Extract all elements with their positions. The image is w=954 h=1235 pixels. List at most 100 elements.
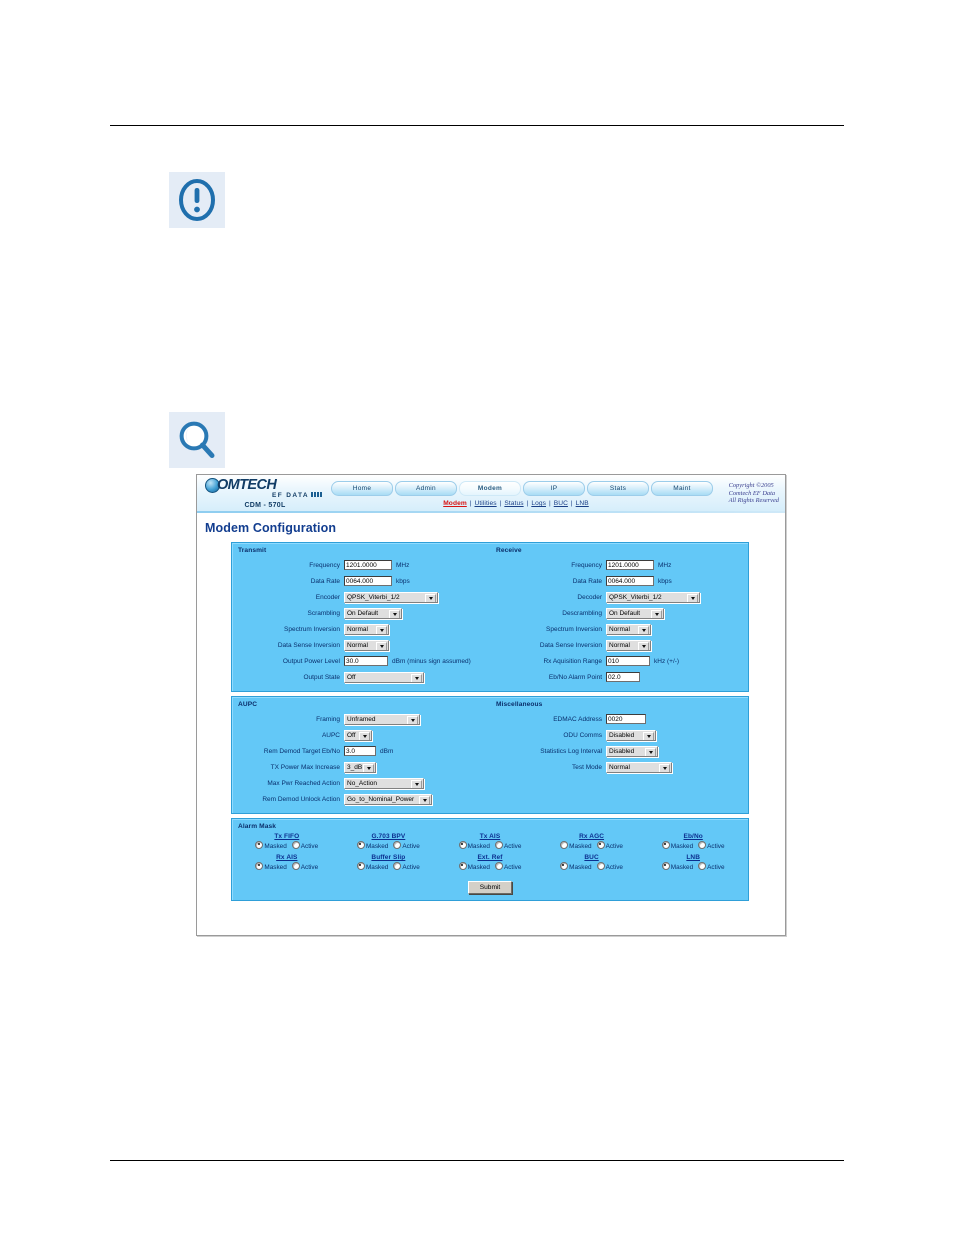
misc-stats-log-interval-select[interactable]: Disabled (606, 745, 658, 757)
radio-active[interactable] (393, 841, 402, 849)
tx-encoder-select[interactable]: QPSK_Viterbi_1/2 (344, 591, 438, 603)
tx-data-sense-inversion-select[interactable]: Normal (344, 639, 389, 651)
chevron-down-icon (638, 625, 649, 634)
tx-data-rate-input[interactable] (344, 576, 392, 586)
alarm-buc-label: BUC (584, 854, 599, 861)
radio-masked[interactable] (255, 862, 264, 870)
subnav-item-modem[interactable]: Modem (443, 500, 467, 507)
rx-decoder-select[interactable]: QPSK_Viterbi_1/2 (606, 591, 700, 603)
sub-nav: Modem | Utilities | Status | Logs | BUC … (331, 500, 701, 507)
alarm-option-masked-label: Masked (365, 864, 389, 871)
tab-home[interactable]: Home (331, 481, 393, 496)
tx-output-state-label: Output State (303, 673, 341, 681)
aupc-framing-select[interactable]: Unframed (344, 713, 420, 725)
chevron-down-icon (651, 609, 662, 618)
radio-active[interactable] (494, 841, 503, 849)
rx-descrambling-select[interactable]: On Default (606, 607, 664, 619)
radio-masked[interactable] (356, 841, 365, 849)
alarm-rx-ais: Rx AIS Masked Active (236, 854, 338, 871)
rx-ebno-alarm-point-label: Eb/No Alarm Point (548, 673, 602, 681)
rx-acquisition-range-row: Rx Aquisition Range kHz (+/-) (494, 653, 744, 669)
rx-acquisition-range-label: Rx Aquisition Range (543, 657, 602, 665)
tx-output-state-select[interactable]: Off (344, 671, 424, 683)
submit-button[interactable]: Submit (467, 881, 513, 894)
subnav-item-lnb[interactable]: LNB (576, 500, 589, 507)
subnav-item-utilities[interactable]: Utilities (474, 500, 496, 507)
rx-frequency-row: Frequency MHz (494, 557, 744, 573)
chevron-down-icon (359, 731, 370, 740)
tab-stats[interactable]: Stats (587, 481, 649, 496)
misc-odu-comms-select[interactable]: Disabled (606, 729, 656, 741)
receive-section: Receive Frequency MHz Data Rate kbps Dec… (490, 543, 748, 691)
rx-data-sense-inversion-select[interactable]: Normal (606, 639, 651, 651)
tx-spectrum-inversion-select[interactable]: Normal (344, 623, 389, 635)
rx-data-rate-input[interactable] (606, 576, 654, 586)
aupc-unlock-action-value: Go_to_Nominal_Power (347, 795, 415, 803)
rx-acquisition-range-input[interactable] (606, 656, 650, 666)
rx-ebno-alarm-point-input[interactable] (606, 672, 640, 682)
alarm-rx-agc: Rx AGC Masked Active (541, 833, 643, 850)
tx-output-power-input[interactable] (344, 656, 388, 666)
subnav-item-status[interactable]: Status (504, 500, 523, 507)
aupc-max-pwr-action-value: No_Action (347, 779, 377, 787)
radio-active[interactable] (494, 862, 503, 870)
alarm-option-active-label: Active (707, 864, 725, 871)
subnav-sep: | (568, 500, 575, 507)
alarm-mask-panel: Alarm Mask Tx FIFO Masked Active G.703 BP… (231, 818, 749, 901)
radio-masked[interactable] (458, 841, 467, 849)
radio-masked[interactable] (661, 862, 670, 870)
tab-ip[interactable]: IP (523, 481, 585, 496)
rx-acquisition-range-unit: kHz (+/-) (654, 657, 680, 665)
subnav-sep: | (547, 500, 553, 507)
exclamation-circle-icon (169, 172, 225, 228)
aupc-max-pwr-action-row: Max Pwr Reached Action No_Action (236, 775, 486, 791)
alarm-tx-fifo-label: Tx FIFO (274, 833, 300, 840)
subnav-item-buc[interactable]: BUC (554, 500, 568, 507)
radio-active[interactable] (596, 862, 605, 870)
aupc-tx-power-max-select[interactable]: 3_dB (344, 761, 376, 773)
radio-masked[interactable] (458, 862, 467, 870)
aupc-unlock-action-select[interactable]: Go_to_Nominal_Power (344, 793, 432, 805)
rx-spectrum-inversion-select[interactable]: Normal (606, 623, 651, 635)
tab-modem[interactable]: Modem (459, 481, 521, 496)
alarm-buc-options: Masked Active (541, 862, 643, 871)
aupc-enable-select[interactable]: Off (344, 729, 372, 741)
chevron-down-icon (687, 593, 698, 602)
rx-spectrum-inversion-row: Spectrum Inversion Normal (494, 621, 744, 637)
tx-scrambling-select[interactable]: On Default (344, 607, 402, 619)
alarm-buc: BUC Masked Active (541, 854, 643, 871)
rx-decoder-label: Decoder (577, 593, 602, 601)
alarm-option-masked-label: Masked (670, 864, 694, 871)
aupc-enable-row: AUPC Off (236, 727, 486, 743)
radio-masked[interactable] (255, 841, 264, 849)
tx-encoder-label: Encoder (315, 593, 340, 601)
rx-decoder-value: QPSK_Viterbi_1/2 (609, 593, 662, 601)
rx-frequency-input[interactable] (606, 560, 654, 570)
alarm-rx-ais-options: Masked Active (236, 862, 338, 871)
radio-active[interactable] (698, 841, 707, 849)
tab-maint[interactable]: Maint (651, 481, 713, 496)
tx-spectrum-inversion-label: Spectrum Inversion (284, 625, 340, 633)
alarm-option-masked-label: Masked (264, 864, 287, 871)
aupc-target-ebno-input[interactable] (344, 746, 376, 756)
alarm-option-active-label: Active (402, 843, 420, 850)
radio-active[interactable] (291, 862, 300, 870)
radio-active[interactable] (596, 841, 605, 849)
radio-masked[interactable] (560, 862, 569, 870)
comtech-logo: OMTECH EF DATA CDM - 570L (205, 478, 325, 509)
misc-test-mode-select[interactable]: Normal (606, 761, 672, 773)
misc-edmac-address-input[interactable] (606, 714, 646, 724)
alarm-g703-bpv-label: G.703 BPV (371, 833, 406, 840)
rx-descrambling-value: On Default (609, 609, 641, 617)
radio-active[interactable] (393, 862, 402, 870)
radio-active[interactable] (291, 841, 300, 849)
tx-frequency-input[interactable] (344, 560, 392, 570)
subnav-item-logs[interactable]: Logs (531, 500, 546, 507)
aupc-max-pwr-action-select[interactable]: No_Action (344, 777, 424, 789)
model-number: CDM - 570L (244, 502, 286, 509)
radio-masked[interactable] (356, 862, 365, 870)
tab-admin[interactable]: Admin (395, 481, 457, 496)
radio-masked[interactable] (661, 841, 670, 849)
radio-masked[interactable] (560, 841, 569, 849)
radio-active[interactable] (698, 862, 707, 870)
